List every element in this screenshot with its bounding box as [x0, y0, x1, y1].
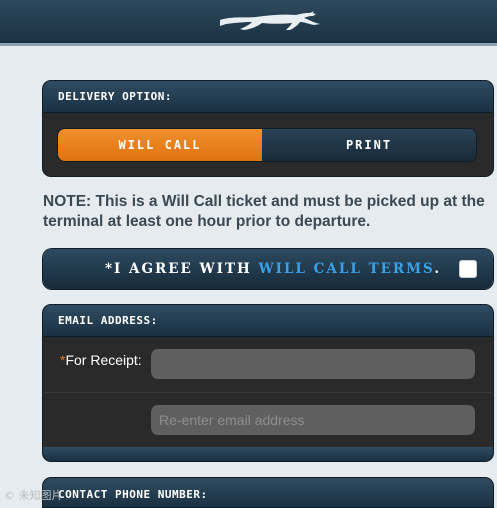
email-input[interactable]	[151, 349, 475, 379]
delivery-option-toggle: WILL CALL PRINT	[58, 129, 476, 161]
agree-terms-text: *I AGREE WITH WILL CALL TERMS.	[105, 261, 441, 277]
email-address-title: EMAIL ADDRESS:	[43, 305, 493, 337]
top-header-bar	[0, 0, 497, 46]
agree-prefix: *I AGREE WITH	[104, 261, 259, 277]
will-call-note: NOTE: This is a Will Call ticket and mus…	[43, 193, 485, 230]
contact-phone-panel: CONTACT PHONE NUMBER:	[43, 478, 493, 508]
email-confirm-row	[43, 393, 493, 449]
watermark: © 未知图片	[4, 489, 63, 502]
agree-terms-checkbox[interactable]	[459, 260, 477, 278]
agree-suffix: .	[434, 261, 442, 277]
agree-terms-bar: *I AGREE WITH WILL CALL TERMS.	[43, 249, 493, 289]
delivery-option-title: DELIVERY OPTION:	[43, 81, 493, 113]
email-receipt-label-text: For Receipt:	[65, 352, 142, 368]
print-option-button[interactable]: PRINT	[262, 129, 476, 161]
will-call-terms-link[interactable]: WILL CALL TERMS	[259, 261, 435, 277]
email-address-panel: EMAIL ADDRESS: *For Receipt:	[43, 305, 493, 461]
delivery-option-panel: DELIVERY OPTION: WILL CALL PRINT	[43, 81, 493, 176]
will-call-option-button[interactable]: WILL CALL	[58, 129, 262, 161]
greyhound-dog-logo-icon	[220, 11, 320, 30]
contact-phone-title: CONTACT PHONE NUMBER:	[43, 478, 493, 508]
email-confirm-input[interactable]	[151, 405, 475, 435]
email-receipt-label: *For Receipt:	[60, 352, 142, 368]
email-receipt-row: *For Receipt:	[43, 337, 493, 393]
email-panel-footer	[43, 447, 493, 461]
